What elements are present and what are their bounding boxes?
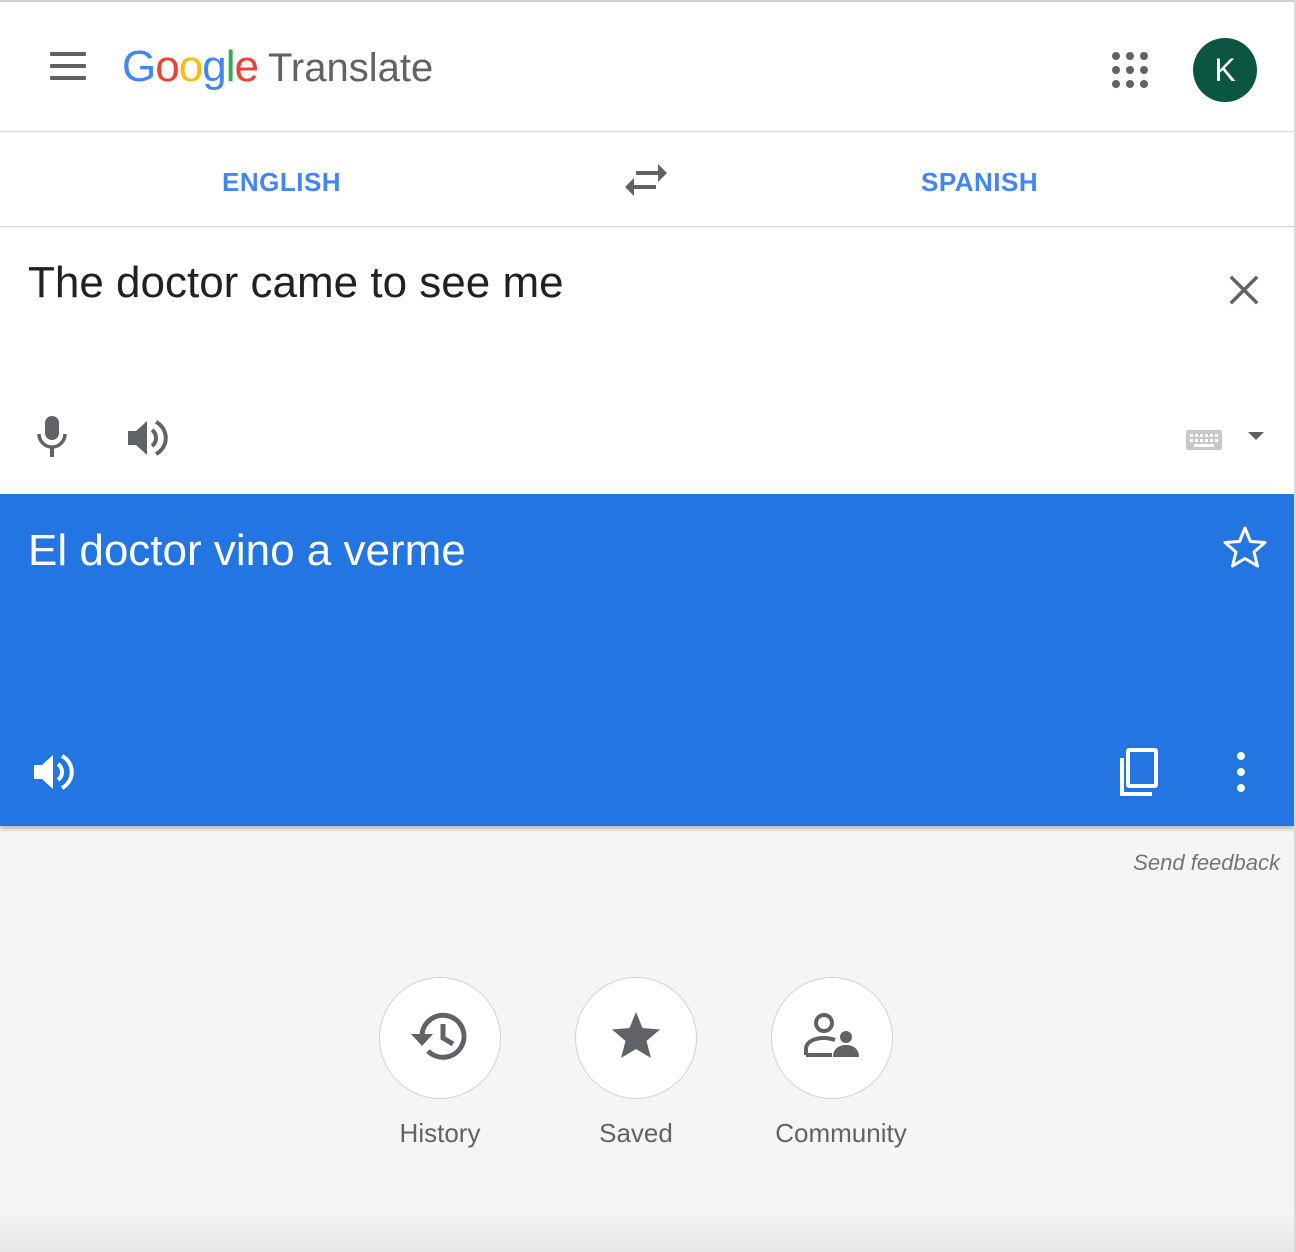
logo-letter: l (225, 42, 236, 91)
more-vert-icon[interactable] (1226, 748, 1256, 796)
history-icon (408, 1008, 472, 1069)
logo-letter: G (122, 42, 156, 91)
product-name: Translate (267, 46, 434, 90)
source-language-button[interactable]: ENGLISH (222, 167, 341, 198)
speaker-icon[interactable] (124, 416, 172, 460)
microphone-icon[interactable] (30, 414, 74, 460)
swap-arrows-icon[interactable] (622, 161, 670, 201)
keyboard-icon[interactable] (1184, 426, 1224, 454)
community-icon (802, 1011, 862, 1066)
logo-letter: g (202, 42, 227, 91)
speaker-icon[interactable] (30, 750, 78, 794)
logo-letter: e (234, 42, 259, 91)
hamburger-menu-icon[interactable] (47, 52, 89, 88)
target-language-button[interactable]: SPANISH (921, 167, 1038, 198)
saved-label: Saved (599, 1118, 673, 1148)
bottom-shadow (0, 1210, 1294, 1252)
send-feedback-link[interactable]: Send feedback (1060, 850, 1280, 876)
close-icon[interactable] (1222, 268, 1266, 312)
logo-letter: o (155, 42, 180, 91)
account-avatar[interactable]: K (1193, 38, 1257, 102)
google-translate-logo[interactable]: G o o g l e Translate (122, 42, 433, 98)
star-outline-icon[interactable] (1222, 524, 1268, 570)
history-label: History (399, 1118, 481, 1148)
dropdown-arrow-icon[interactable] (1244, 428, 1268, 444)
app-header: G o o g l e Translate K (0, 0, 1294, 132)
saved-button[interactable] (575, 977, 697, 1099)
star-icon (608, 1008, 664, 1069)
translation-text: El doctor vino a verme (28, 526, 466, 575)
source-text-input[interactable]: The doctor came to see me (28, 258, 564, 308)
translate-page: G o o g l e Translate K ENGLISH SPANISH … (0, 0, 1296, 1252)
history-button[interactable] (379, 977, 501, 1099)
language-bar: ENGLISH SPANISH (0, 133, 1294, 227)
source-input-area[interactable]: The doctor came to see me (0, 228, 1294, 494)
translation-result-area: El doctor vino a verme (0, 494, 1294, 826)
apps-grid-icon[interactable] (1110, 50, 1150, 90)
community-button[interactable] (771, 977, 893, 1099)
community-label: Community (775, 1118, 907, 1148)
logo-letter: o (178, 42, 204, 91)
copy-icon[interactable] (1114, 746, 1162, 798)
